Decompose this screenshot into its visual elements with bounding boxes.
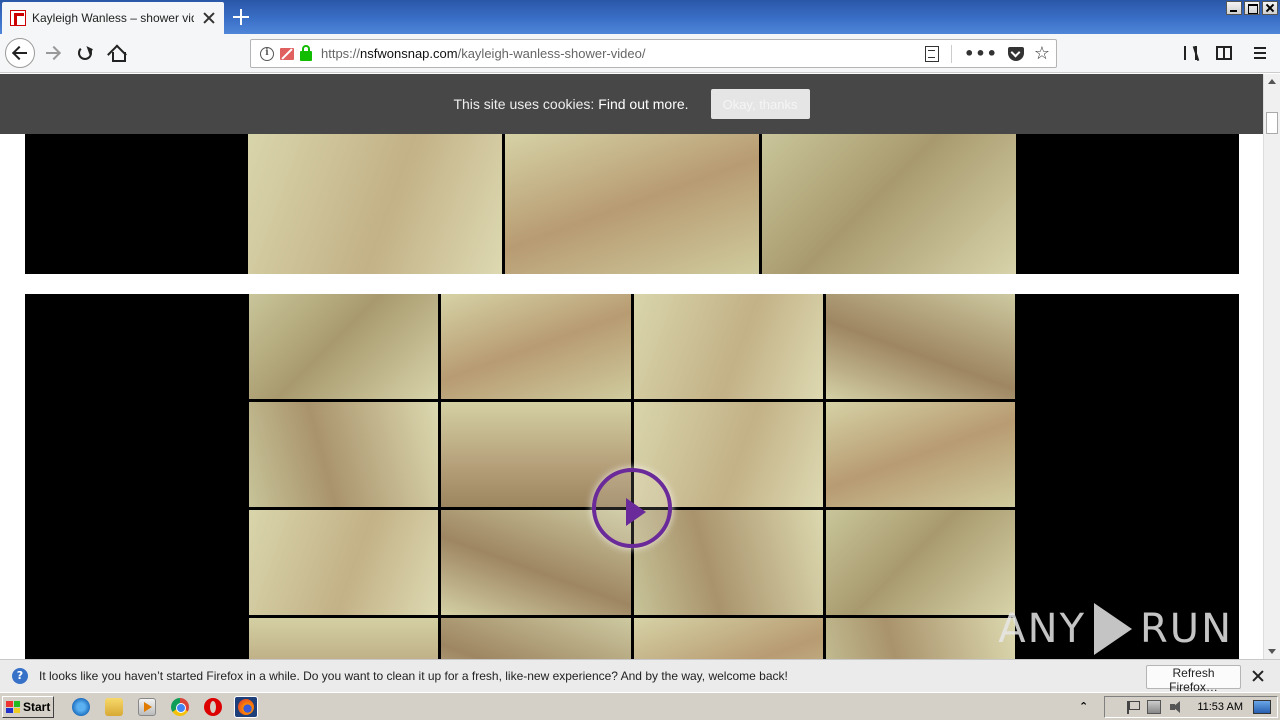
cookie-banner: This site uses cookies: Find out more. Ok… (0, 74, 1263, 134)
url-text[interactable]: https://nsfwonsnap.com/kayleigh-wanless-… (321, 46, 645, 61)
video-thumbnail-1[interactable] (25, 134, 1239, 274)
secure-lock-icon[interactable] (300, 45, 312, 61)
arrow-right-icon (45, 45, 61, 61)
tab-close-icon[interactable] (202, 11, 216, 25)
action-center-flag-icon[interactable] (1125, 700, 1141, 714)
start-label: Start (23, 700, 51, 714)
vertical-scrollbar[interactable] (1263, 74, 1280, 659)
thumbnail-frame (248, 134, 502, 274)
home-button[interactable] (102, 38, 132, 68)
reader-view-icon[interactable] (925, 45, 940, 62)
thumbnail-strip (248, 134, 1016, 274)
watermark-right-text: RUN (1140, 606, 1233, 652)
page-content[interactable]: This site uses cookies: Find out more. Ok… (0, 74, 1263, 659)
preview-frame (441, 618, 631, 659)
cookie-find-out-more-link[interactable]: Find out more. (598, 96, 688, 112)
reload-button[interactable] (70, 38, 100, 68)
preview-frame (825, 402, 1015, 507)
chrome-icon[interactable] (171, 698, 189, 716)
play-icon (626, 498, 646, 526)
cookie-message: This site uses cookies: Find out more. (453, 96, 688, 112)
site-favicon-icon (10, 10, 26, 26)
scrollbar-thumb[interactable] (1266, 112, 1278, 134)
url-divider (951, 44, 953, 63)
back-button[interactable] (5, 38, 35, 68)
opera-icon[interactable] (204, 698, 222, 716)
navigation-toolbar: i https://nsfwonsnap.com/kayleigh-wanles… (0, 34, 1280, 73)
preview-frame (441, 294, 631, 399)
watermark-left-text: ANY (998, 606, 1086, 652)
start-button[interactable]: Start (2, 696, 54, 718)
pocket-icon[interactable] (1007, 46, 1024, 61)
arrow-left-icon (12, 45, 28, 61)
media-player-icon[interactable] (138, 698, 156, 716)
preview-frame (633, 294, 823, 399)
thumbnail-frame (505, 134, 759, 274)
system-tray: ⌃ 11:53 AM (1079, 696, 1278, 718)
tray-expand-icon[interactable]: ⌃ (1079, 700, 1088, 713)
tab-title: Kayleigh Wanless – shower video (32, 11, 194, 25)
preview-frame (249, 402, 439, 507)
site-info-icon[interactable]: i (260, 46, 274, 61)
url-scheme: https:// (321, 46, 361, 61)
refresh-firefox-button[interactable]: Refresh Firefox… (1146, 665, 1241, 694)
watermark-play-icon (1094, 603, 1132, 655)
url-actions: ••• ☆ (925, 40, 1056, 67)
network-icon[interactable] (1147, 700, 1162, 714)
windows-taskbar: Start ⌃ 11:53 AM (0, 692, 1280, 720)
scroll-down-arrow-icon[interactable] (1264, 643, 1280, 659)
cookie-accept-button[interactable]: Okay, thanks (710, 89, 810, 119)
toolbar-right (1184, 38, 1280, 68)
reload-icon (78, 46, 92, 60)
url-host: nsfwonsnap.com (360, 46, 458, 61)
preview-frame (825, 618, 1015, 659)
scroll-up-arrow-icon[interactable] (1264, 74, 1280, 90)
notification-close-icon[interactable] (1251, 669, 1265, 683)
thumbnail-frame (762, 134, 1016, 274)
internet-explorer-icon[interactable] (72, 698, 90, 716)
tab-strip: Kayleigh Wanless – shower video (0, 0, 1280, 34)
help-icon: ? (12, 668, 28, 684)
sidebar-toggle-icon[interactable] (1216, 46, 1232, 60)
restore-window-button[interactable] (1244, 1, 1260, 15)
firefox-taskbar-icon[interactable] (234, 696, 258, 718)
bookmark-star-icon[interactable]: ☆ (1034, 44, 1050, 63)
preview-frame (825, 510, 1015, 615)
url-path: /kayleigh-wanless-shower-video/ (457, 46, 646, 61)
preview-frame (633, 618, 823, 659)
forward-button[interactable] (38, 38, 68, 68)
windows-logo-icon (6, 701, 20, 713)
taskbar-clock[interactable]: 11:53 AM (1197, 701, 1243, 713)
window-controls (1226, 1, 1278, 15)
page-actions-menu-icon[interactable]: ••• (964, 44, 998, 63)
home-icon (109, 46, 126, 62)
notification-message: It looks like you haven’t started Firefo… (39, 669, 788, 683)
blocked-content-icon[interactable] (280, 47, 294, 60)
minimize-window-button[interactable] (1226, 1, 1242, 15)
volume-icon[interactable] (1169, 700, 1183, 714)
browser-tab-active[interactable]: Kayleigh Wanless – shower video (2, 2, 224, 34)
file-explorer-icon[interactable] (105, 698, 123, 716)
preview-frame (825, 294, 1015, 399)
close-window-button[interactable] (1262, 1, 1278, 15)
anyrun-watermark: ANY RUN (998, 603, 1233, 655)
new-tab-plus-icon[interactable] (230, 6, 252, 28)
address-bar[interactable]: i https://nsfwonsnap.com/kayleigh-wanles… (250, 39, 1057, 68)
show-desktop-icon[interactable] (1253, 700, 1271, 714)
firefox-notification-bar: ? It looks like you haven’t started Fire… (0, 659, 1280, 694)
preview-frame (249, 510, 439, 615)
cookie-text: This site uses cookies: (453, 96, 595, 112)
preview-frame (249, 294, 439, 399)
hamburger-menu-icon[interactable] (1254, 47, 1266, 59)
library-icon[interactable] (1184, 46, 1200, 60)
preview-frame (249, 618, 439, 659)
play-button[interactable] (592, 468, 672, 548)
